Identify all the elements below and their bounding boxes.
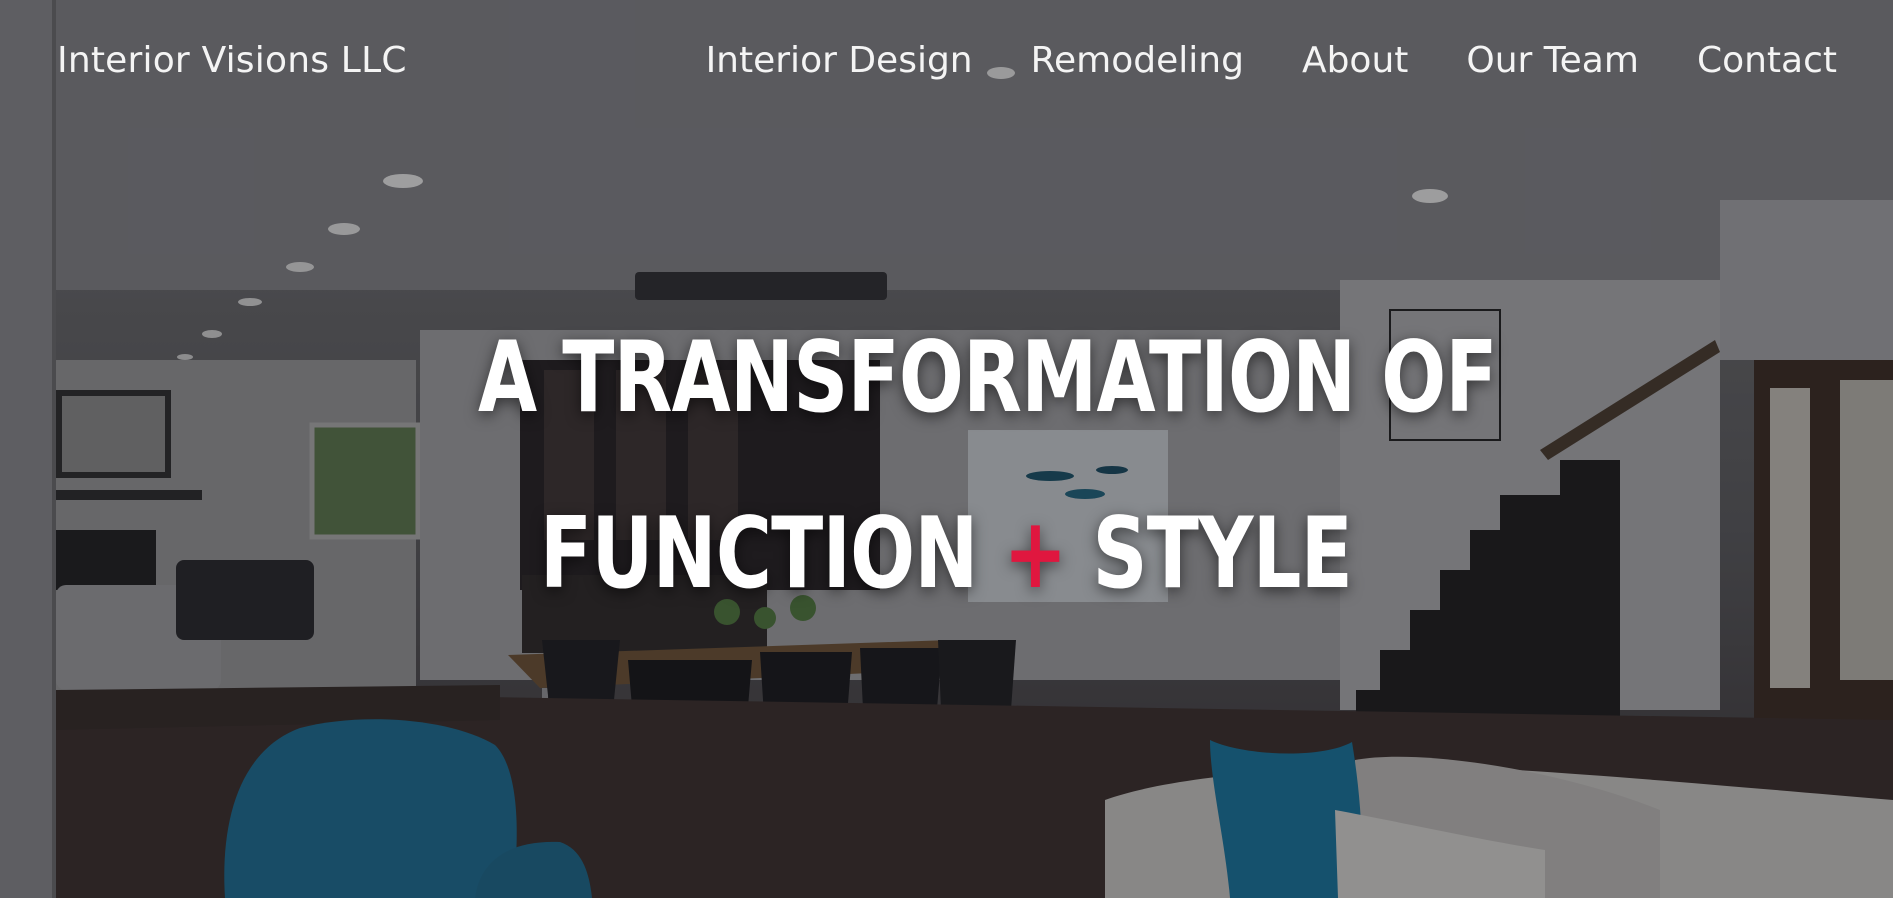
hero-headline: A TRANSFORMATION OF FUNCTION + STYLE	[478, 290, 1498, 642]
headline-word-style: STYLE	[1092, 497, 1353, 611]
top-navigation: Interior Visions LLC Interior Design Rem…	[0, 0, 1893, 130]
hero-section: Interior Visions LLC Interior Design Rem…	[0, 0, 1893, 898]
nav-link-interior-design[interactable]: Interior Design	[706, 40, 973, 81]
headline-line-2: FUNCTION + STYLE	[478, 466, 1414, 642]
headline-word-function: FUNCTION	[539, 497, 978, 611]
nav-link-contact[interactable]: Contact	[1697, 40, 1837, 81]
nav-link-remodeling[interactable]: Remodeling	[1031, 40, 1244, 81]
brand-logo-link[interactable]: Interior Visions LLC	[57, 40, 407, 81]
nav-link-about[interactable]: About	[1302, 40, 1408, 81]
nav-link-our-team[interactable]: Our Team	[1466, 40, 1639, 81]
plus-accent: +	[1003, 497, 1067, 611]
nav-links: Interior Design Remodeling About Our Tea…	[648, 40, 1837, 81]
headline-line-1: A TRANSFORMATION OF	[478, 321, 1498, 435]
